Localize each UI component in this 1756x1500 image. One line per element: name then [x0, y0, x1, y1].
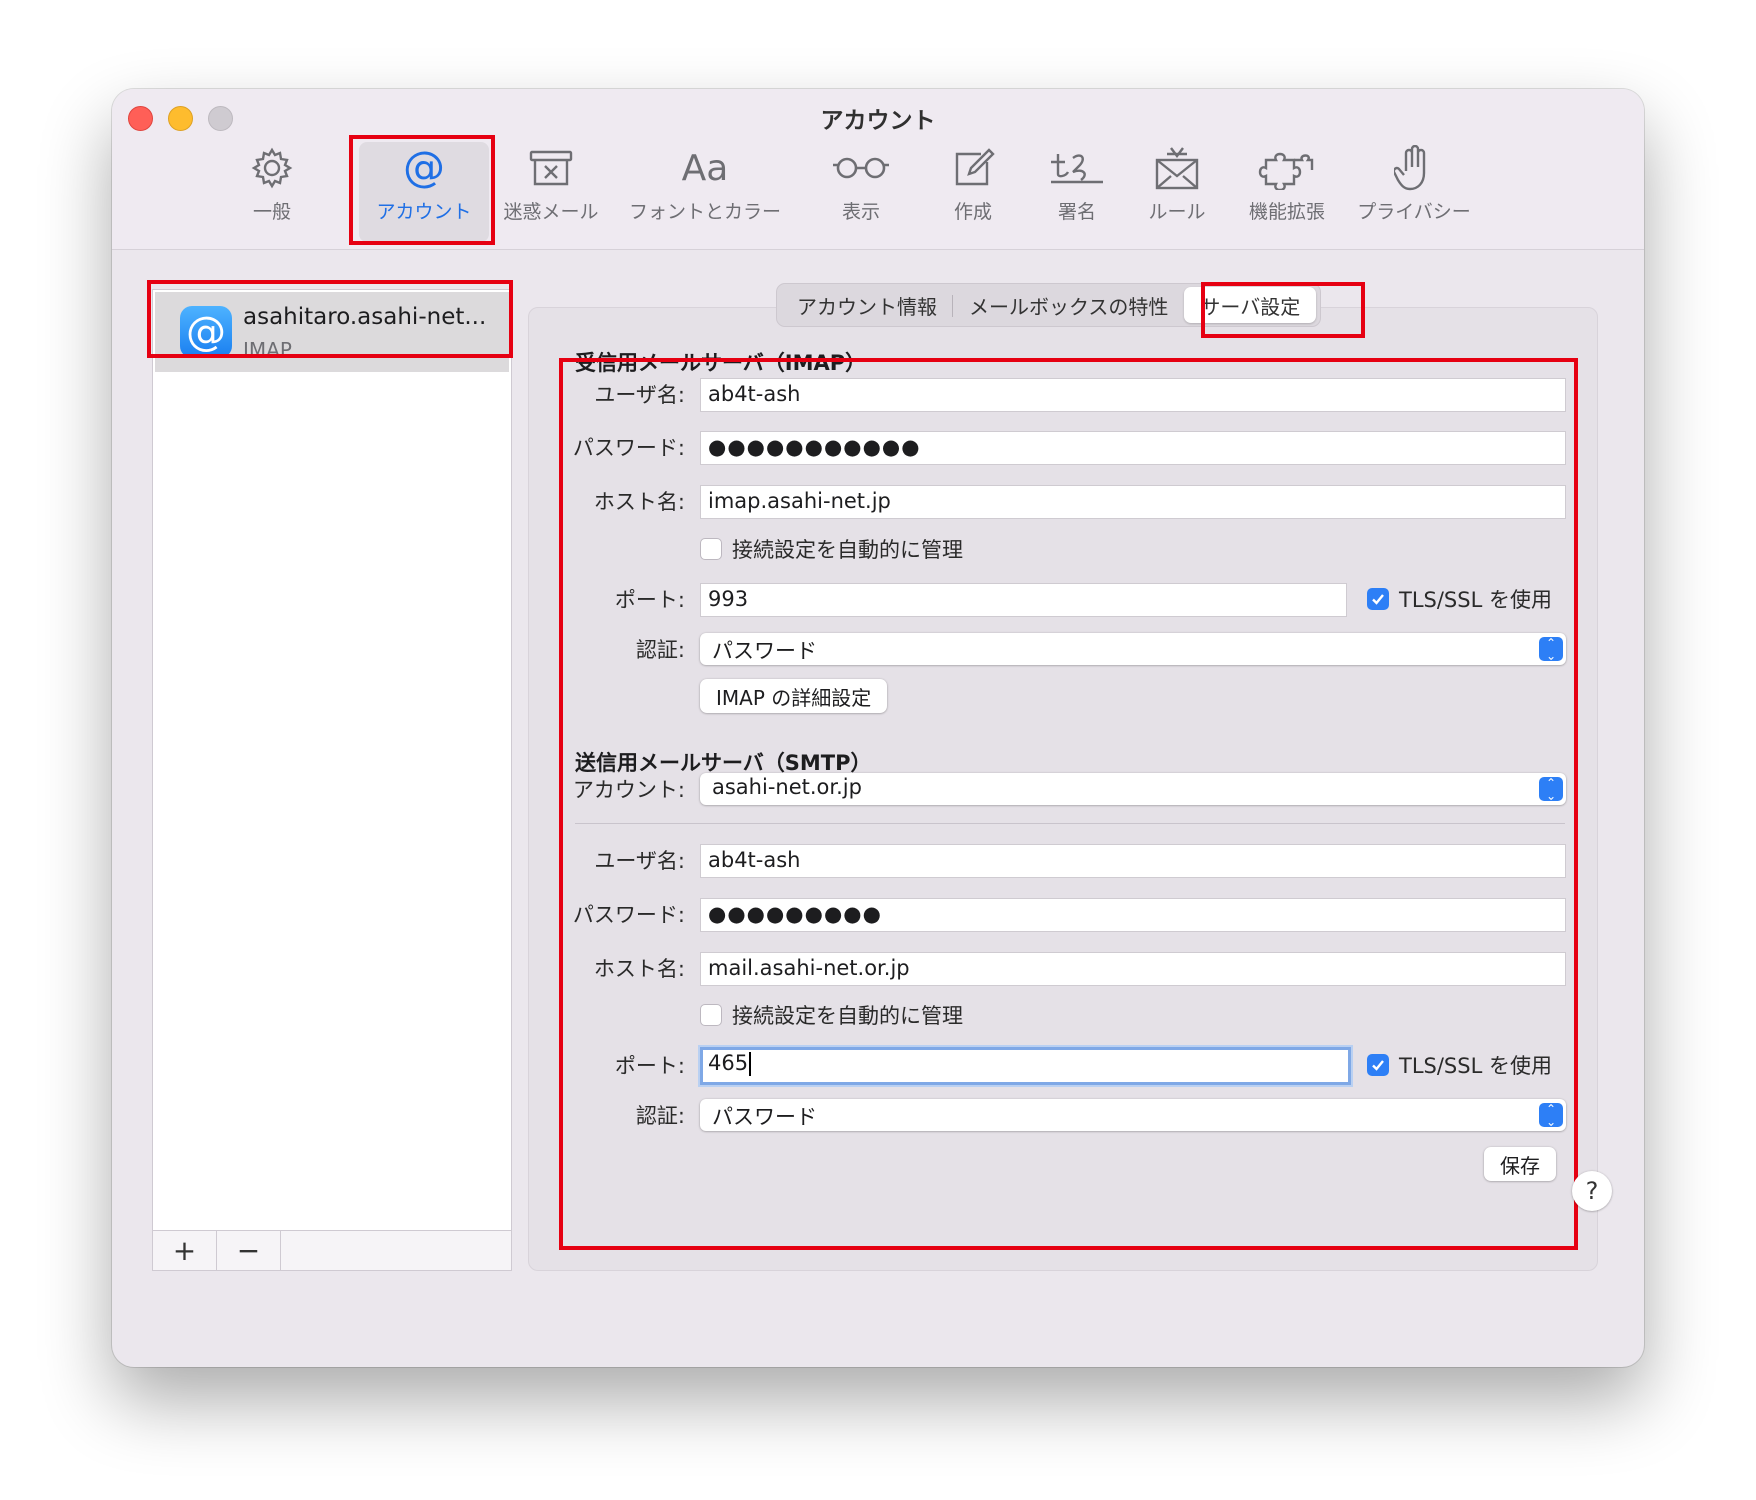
junk-bin-icon — [527, 141, 575, 195]
help-button[interactable]: ? — [1572, 1171, 1612, 1211]
toolbar-rules[interactable]: ルール — [1137, 141, 1217, 241]
toolbar-label: 作成 — [953, 201, 992, 223]
remove-account-button[interactable]: − — [217, 1231, 281, 1270]
puzzle-icon — [1258, 141, 1316, 195]
toolbar-label: 迷惑メール — [503, 201, 599, 223]
accounts-sidebar: @ asahitaro.asahi-net... IMAP + − — [152, 289, 512, 1271]
font-aa-icon: Aa — [681, 147, 729, 189]
toolbar-fonts[interactable]: Aa フォントとカラー — [624, 141, 786, 241]
glasses-icon — [831, 141, 891, 195]
rules-envelope-icon — [1153, 141, 1201, 195]
preferences-window: アカウント 一般 @ アカウント 迷惑メール Aa フォントとカラー 表示 作成… — [112, 89, 1644, 1367]
gear-icon — [250, 141, 294, 195]
toolbar-label: 一般 — [252, 201, 291, 223]
toolbar-composing[interactable]: 作成 — [938, 141, 1008, 241]
highlight-server-settings — [559, 358, 1578, 1250]
sidebar-footer: + − — [153, 1230, 511, 1270]
toolbar-label: 機能拡張 — [1248, 201, 1325, 223]
toolbar-label: ルール — [1148, 201, 1206, 223]
tab-account-info[interactable]: アカウント情報 — [781, 291, 953, 320]
compose-icon — [951, 141, 995, 195]
toolbar-label: 表示 — [841, 201, 880, 223]
highlight-server-tab — [1201, 282, 1365, 338]
toolbar-viewing[interactable]: 表示 — [826, 141, 896, 241]
highlight-accounts-tab — [349, 135, 495, 245]
toolbar-label: フォントとカラー — [628, 201, 781, 223]
toolbar-privacy[interactable]: プライバシー — [1352, 141, 1476, 241]
signature-icon — [1047, 141, 1107, 195]
tab-mailbox-behaviors[interactable]: メールボックスの特性 — [953, 291, 1184, 320]
hand-icon — [1394, 141, 1434, 195]
toolbar-label: プライバシー — [1357, 201, 1471, 223]
highlight-account-row — [147, 280, 513, 358]
toolbar-junk[interactable]: 迷惑メール — [496, 141, 606, 241]
toolbar-signatures[interactable]: 署名 — [1037, 141, 1117, 241]
toolbar-general[interactable]: 一般 — [232, 141, 312, 241]
add-account-button[interactable]: + — [153, 1231, 217, 1270]
titlebar: アカウント 一般 @ アカウント 迷惑メール Aa フォントとカラー 表示 作成… — [112, 89, 1644, 250]
window-title: アカウント — [820, 108, 936, 134]
toolbar-extensions[interactable]: 機能拡張 — [1227, 141, 1347, 241]
toolbar-label: 署名 — [1057, 201, 1096, 223]
